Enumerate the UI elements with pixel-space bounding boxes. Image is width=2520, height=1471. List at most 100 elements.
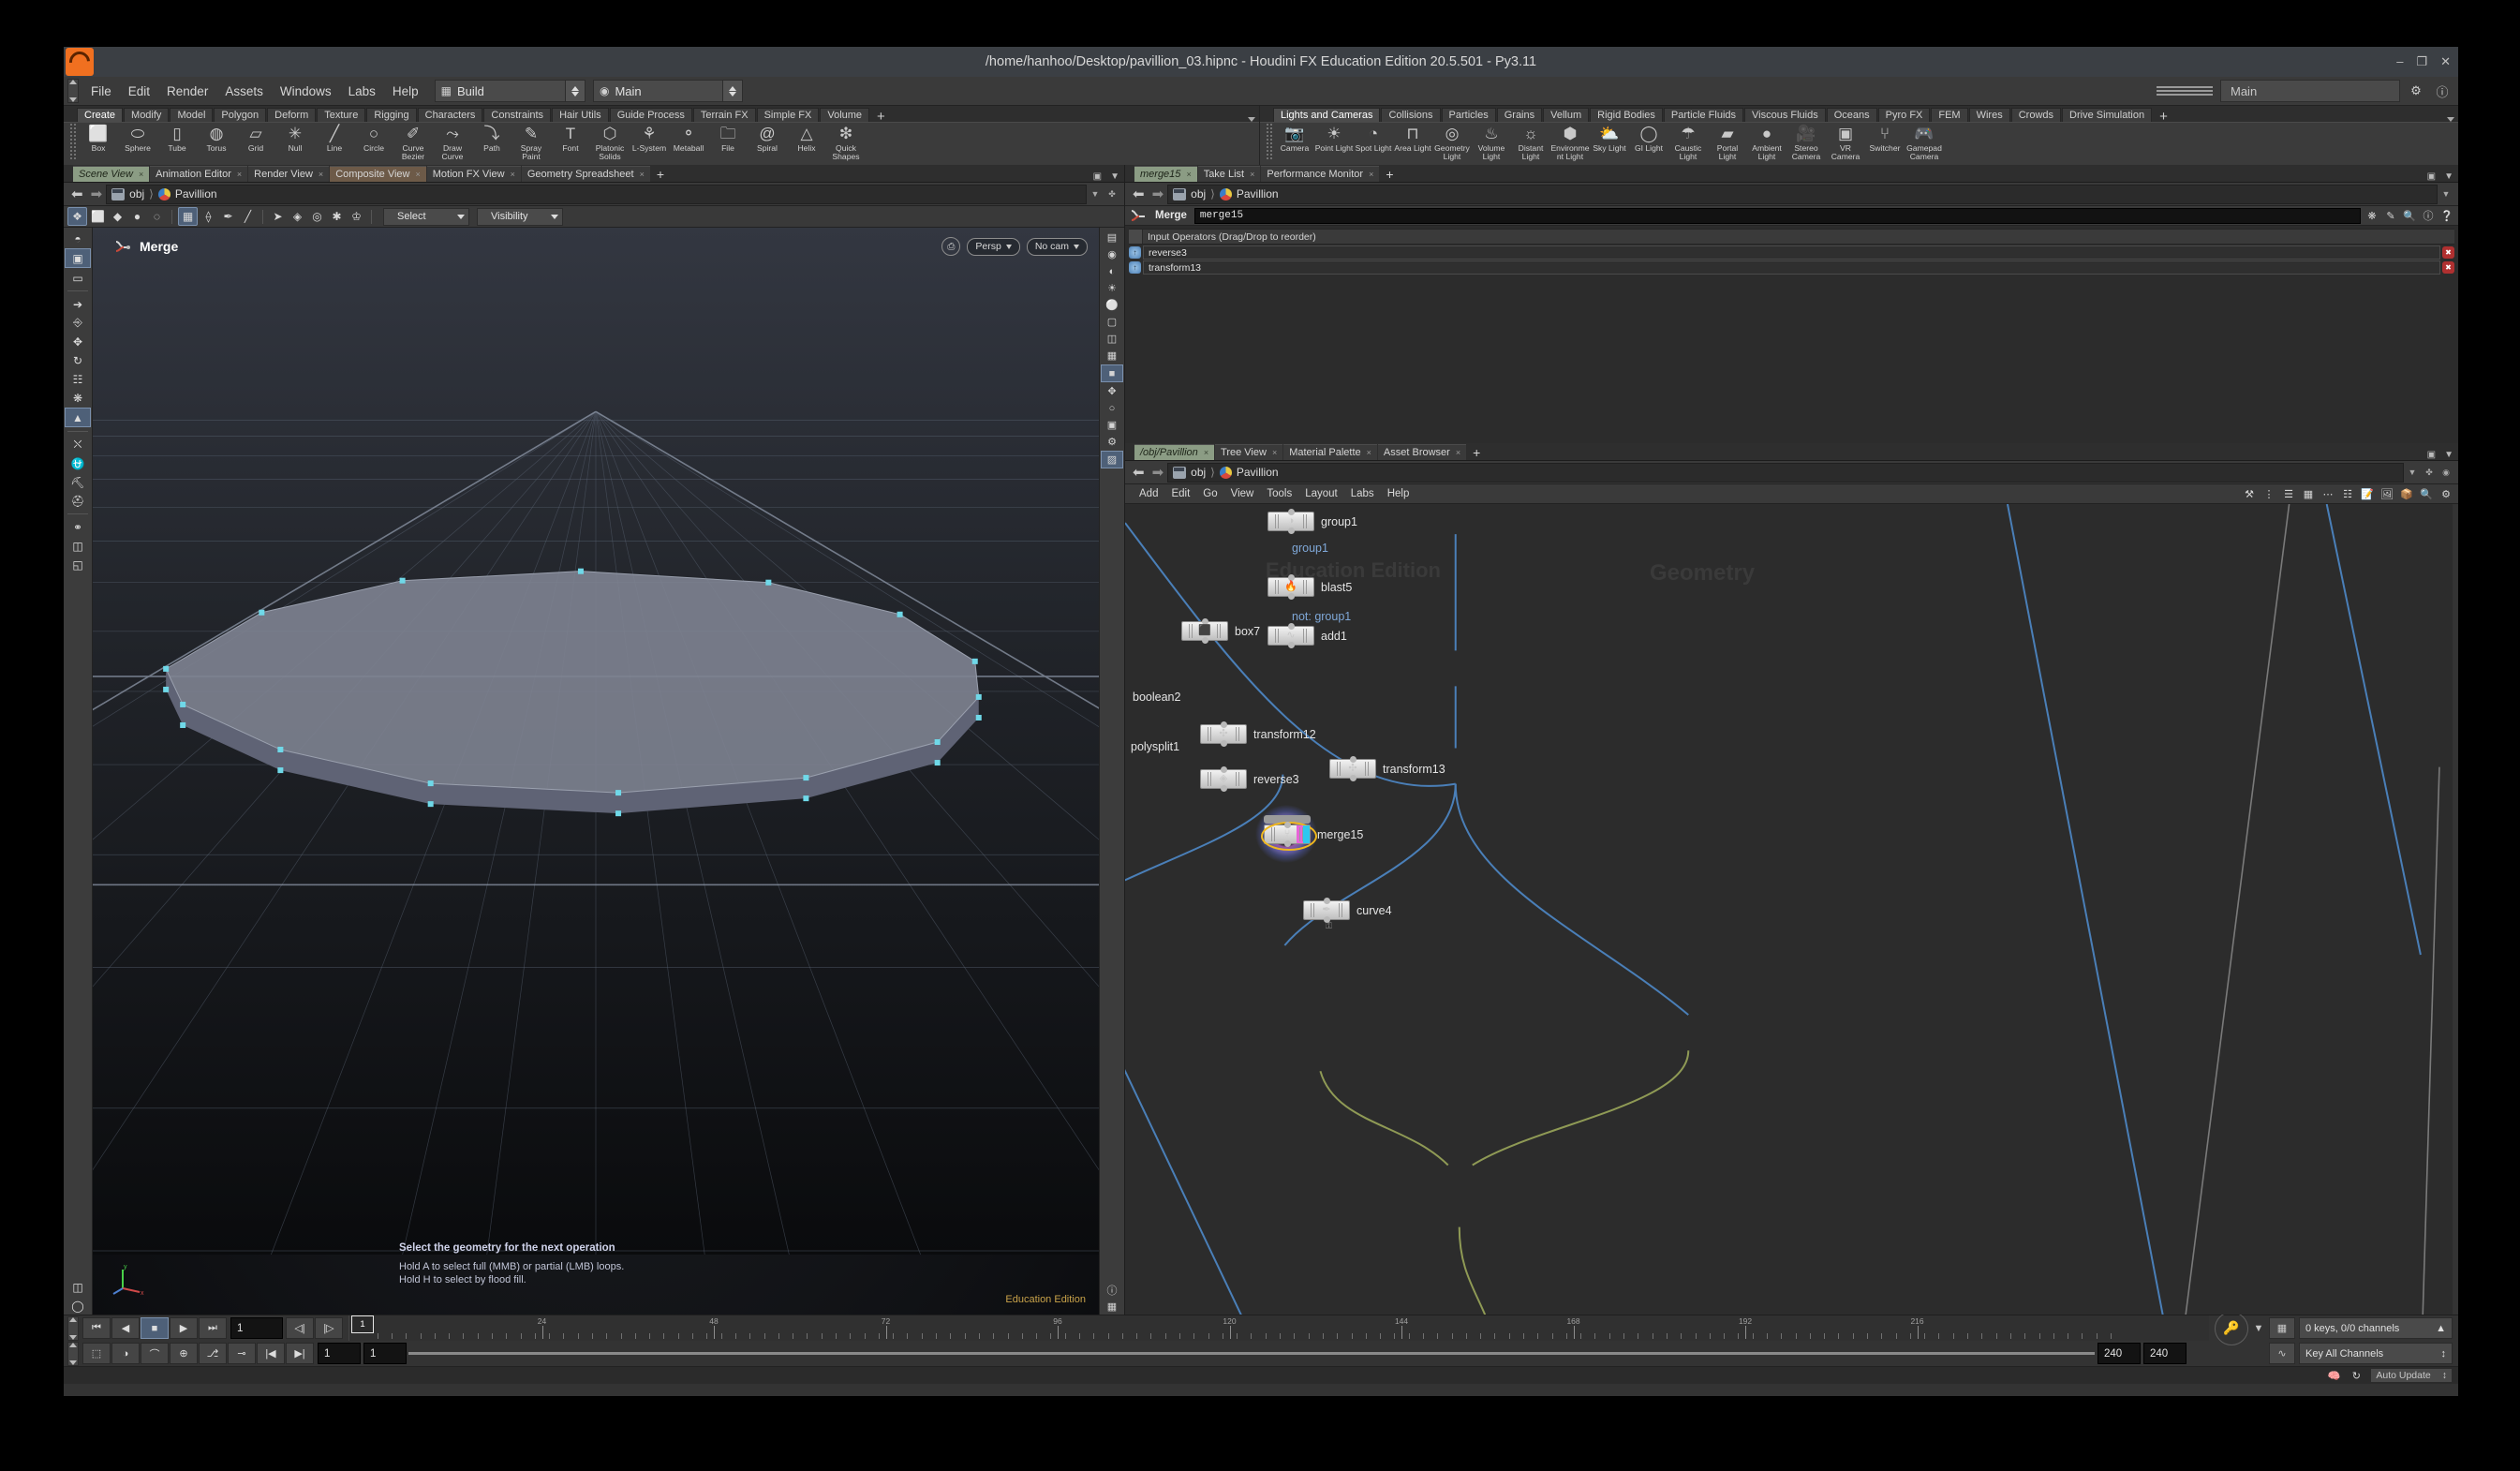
network-node-boolean2[interactable]: boolean2 — [1133, 691, 1180, 704]
shelf-tool-metaball-icon[interactable]: ⚬ Metaball — [669, 123, 708, 153]
shelf-tool-area-light-icon[interactable]: ⊓ Area Light — [1393, 123, 1432, 153]
parameter-help-icon[interactable]: ❔ — [2439, 208, 2454, 223]
close-icon[interactable]: × — [319, 170, 323, 179]
tab-tree-view[interactable]: Tree View × — [1215, 444, 1283, 460]
box-select-icon[interactable]: ▦ — [178, 207, 198, 226]
shelf-right-tab-wires[interactable]: Wires — [1968, 108, 2010, 122]
align-tool-icon[interactable]: ◫ — [66, 537, 90, 555]
network-path-field[interactable]: obj ⟩ Pavillion — [1167, 462, 2404, 483]
network-menu-go[interactable]: Go — [1196, 486, 1223, 501]
view-shading-icon[interactable]: ◓ — [66, 230, 90, 247]
help-view-icon[interactable]: ⓘ — [1102, 1282, 1122, 1298]
parameter-gear-icon[interactable]: ❋ — [2364, 208, 2379, 223]
shelf-tool-circle-icon[interactable]: ○ Circle — [354, 123, 393, 153]
select-groups-icon[interactable]: ◈ — [289, 208, 306, 225]
network-node-group1[interactable]: ◑ group1 — [1267, 509, 1357, 534]
construction-plane-icon[interactable]: ⚭ — [66, 518, 90, 536]
node-output-port[interactable] — [1201, 637, 1208, 644]
input-operator-name[interactable]: reverse3 — [1143, 245, 2440, 260]
shelf-tool-switcher-icon[interactable]: ⑂ Switcher — [1865, 123, 1905, 153]
shelf-right-tab-particles[interactable]: Particles — [1441, 108, 1496, 122]
current-frame-field[interactable]: 1 — [230, 1317, 283, 1339]
magnet-point-icon[interactable]: ⛏ — [66, 473, 90, 491]
background-toggle-icon[interactable]: ▣ — [1102, 417, 1122, 433]
net-path-expand-icon[interactable]: ▼ — [2404, 468, 2421, 477]
jump-to-start-button[interactable]: ⏮ — [82, 1317, 111, 1339]
range-end-field-2[interactable]: 240 — [2143, 1343, 2186, 1364]
tab-asset-browser[interactable]: Asset Browser × — [1377, 444, 1467, 460]
shelf-left-tab-texture[interactable]: Texture — [317, 108, 366, 122]
shelf-tool-geometry-light-icon[interactable]: ◎ Geometry Light — [1432, 123, 1472, 160]
close-icon[interactable]: × — [139, 170, 143, 179]
node-body[interactable]: 🔥 — [1267, 574, 1314, 600]
menu-scroll-grip[interactable] — [67, 79, 79, 103]
remove-input-icon[interactable]: ✖ — [2442, 246, 2454, 259]
shelf-right-tab-fem[interactable]: FEM — [1931, 108, 1968, 122]
xray-toggle-icon[interactable]: ○ — [1102, 400, 1122, 416]
node-input-port[interactable] — [1349, 756, 1356, 763]
audio-button[interactable]: ◑ — [111, 1343, 140, 1364]
magnet-multi-icon[interactable]: ⛑ — [66, 492, 90, 510]
key-mode-dropdown[interactable]: Key All Channels ↕ — [2299, 1343, 2453, 1364]
tab-material-palette[interactable]: Material Palette × — [1283, 444, 1377, 460]
network-node-transform12[interactable]: ✣ transform12 — [1200, 721, 1316, 747]
menu-windows[interactable]: Windows — [272, 82, 340, 101]
playbar-grip[interactable] — [67, 1315, 79, 1341]
network-menu-edit[interactable]: Edit — [1164, 486, 1196, 501]
parameter-brush-icon[interactable]: ✎ — [2383, 208, 2398, 223]
node-body[interactable]: ✣ — [1200, 721, 1247, 747]
rotate-tool-icon[interactable]: ↻ — [66, 351, 90, 369]
network-menu-view[interactable]: View — [1224, 486, 1261, 501]
shelf-right-tab-collisions[interactable]: Collisions — [1381, 108, 1441, 122]
grid-toggle-icon[interactable]: ▦ — [1102, 348, 1122, 364]
view-shaded-icon[interactable]: ▣ — [65, 248, 91, 268]
key-dropdown-arrow[interactable]: ▼ — [2252, 1321, 2265, 1336]
shelf-right-tab-pyro-fx[interactable]: Pyro FX — [1877, 108, 1931, 122]
play-backwards-button[interactable]: ◀ — [111, 1317, 140, 1339]
network-notes-icon[interactable]: ☷ — [2339, 486, 2356, 501]
network-image-icon[interactable]: 🖼 — [2379, 486, 2395, 501]
object-mode-icon[interactable]: ⬜ — [89, 208, 107, 225]
node-flags[interactable] — [1297, 825, 1310, 843]
close-icon[interactable]: × — [1272, 448, 1277, 457]
animation-curve-icon[interactable]: ∿ — [2269, 1343, 2295, 1364]
shelf-settings-icon[interactable]: ⚙ — [2406, 81, 2426, 101]
network-node-box7[interactable]: ⬛ box7 — [1181, 618, 1260, 644]
param-pane-maximize-icon[interactable]: ▣ — [2427, 171, 2436, 182]
param-pane-menu-icon[interactable]: ▼ — [2444, 171, 2453, 182]
view-flat-icon[interactable]: ▭ — [66, 269, 90, 287]
network-node-merge15[interactable]: ⑂ merge15 — [1255, 805, 1363, 863]
close-icon[interactable]: × — [1204, 448, 1208, 457]
shelf-tool-gi-light-icon[interactable]: ◯ GI Light — [1629, 123, 1668, 153]
network-menu-help[interactable]: Help — [1381, 486, 1416, 501]
shelf-tool-platonic-solids-icon[interactable]: ⬡ Platonic Solids — [590, 123, 630, 160]
shelf-tool-ambient-light-icon[interactable]: ● Ambient Light — [1747, 123, 1786, 160]
network-colors-icon[interactable]: ▦ — [2300, 486, 2317, 501]
network-graph-canvas[interactable]: Education Edition Geometry ◑ group1 group1 🔥 b… — [1125, 504, 2458, 1315]
stop-button[interactable]: ■ — [141, 1317, 169, 1339]
network-node-group1[interactable]: group1 — [1292, 542, 1328, 555]
range-start-field[interactable]: 1 — [318, 1343, 361, 1364]
node-input-port[interactable] — [1287, 574, 1295, 581]
shelf-tool-l-system-icon[interactable]: ⚘ L-System — [630, 123, 669, 153]
shelf-tool-null-icon[interactable]: ✳ Null — [275, 123, 315, 153]
node-output-port[interactable] — [1287, 642, 1295, 648]
close-icon[interactable]: × — [237, 170, 242, 179]
shelf-tool-tube-icon[interactable]: ▯ Tube — [157, 123, 197, 153]
network-node-curve4[interactable]: ✒ curve4 ⚿ — [1303, 898, 1392, 930]
tab-composite-view[interactable]: Composite View × — [330, 166, 426, 182]
refresh-icon[interactable]: ↻ — [2348, 1368, 2364, 1383]
shelf-tool-volume-light-icon[interactable]: ♨ Volume Light — [1472, 123, 1511, 160]
shelf-tool-spot-light-icon[interactable]: ◔ Spot Light — [1354, 123, 1393, 153]
node-output-port[interactable] — [1287, 593, 1295, 600]
shelf-tool-path-icon[interactable]: ⤵ Path — [472, 123, 511, 153]
shelf-tool-spiral-icon[interactable]: @ Spiral — [748, 123, 787, 153]
select-mode-dropdown[interactable]: Select — [383, 207, 469, 226]
shelf-tool-quick-shapes-icon[interactable]: ❇ Quick Shapes — [826, 123, 866, 160]
node-body[interactable]: ◈ — [1200, 766, 1247, 792]
shelf-tool-helix-icon[interactable]: △ Helix — [787, 123, 826, 153]
parameter-search-icon[interactable]: 🔍 — [2402, 208, 2417, 223]
node-body[interactable]: ∿ — [1267, 623, 1314, 648]
toolset-arrows[interactable] — [722, 81, 743, 101]
pane-maximize-icon[interactable]: ▣ — [1093, 171, 1102, 182]
